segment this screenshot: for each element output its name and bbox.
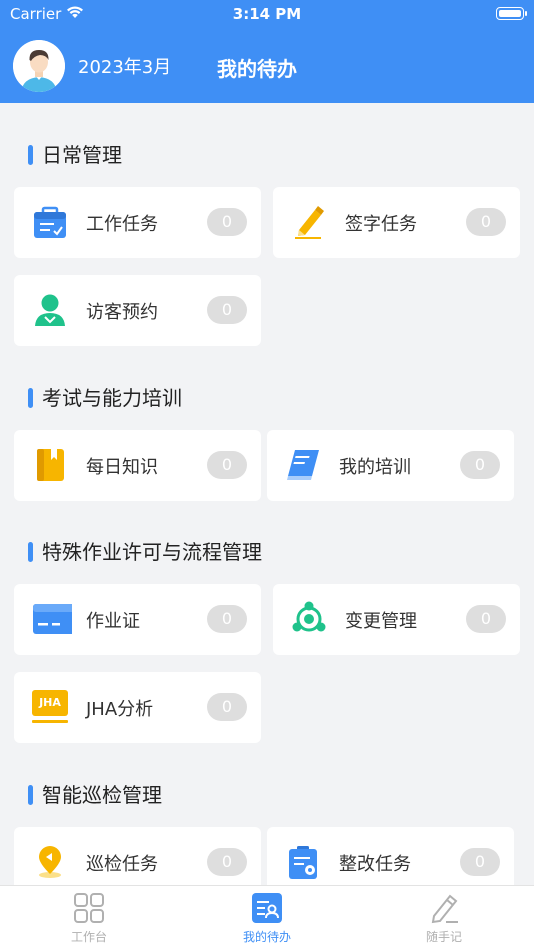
section-title-inspection: 智能巡检管理: [28, 783, 162, 807]
briefcase-icon: [34, 206, 66, 238]
count-badge: 0: [207, 296, 247, 324]
card-daily-knowledge[interactable]: 每日知识 0: [14, 430, 261, 501]
count-badge: 0: [207, 605, 247, 633]
app-header: Carrier 3:14 PM 2023年3月 我的待办: [0, 0, 534, 103]
card-label: 签字任务: [345, 214, 417, 235]
section-title-daily: 日常管理: [28, 143, 122, 167]
rectify-icon: [289, 846, 317, 879]
pen-icon: [295, 206, 324, 239]
count-badge: 0: [207, 451, 247, 479]
page-title: 我的待办: [217, 57, 297, 81]
status-time: 3:14 PM: [232, 5, 302, 23]
count-badge: 0: [460, 848, 500, 876]
card-label: 访客预约: [86, 302, 158, 323]
tab-quick-note[interactable]: 随手记: [394, 886, 494, 950]
card-icon: [33, 604, 72, 634]
notebook-icon: [37, 449, 64, 481]
status-bar: Carrier 3:14 PM: [0, 0, 534, 28]
card-sign-task[interactable]: 签字任务 0: [273, 187, 520, 258]
tab-my-todo[interactable]: 我的待办: [217, 886, 317, 950]
tab-bar: 工作台 我的待办 随手记: [0, 885, 534, 950]
jha-icon: JHA: [32, 690, 68, 724]
count-badge: 0: [466, 208, 506, 236]
card-label: 每日知识: [86, 457, 158, 478]
book-icon: [287, 450, 319, 480]
card-label: 巡检任务: [86, 854, 158, 875]
count-badge: 0: [207, 208, 247, 236]
grid-icon: [74, 893, 104, 923]
card-jha[interactable]: JHA JHA分析 0: [14, 672, 261, 743]
count-badge: 0: [207, 693, 247, 721]
card-visitor[interactable]: 访客预约 0: [14, 275, 261, 346]
tab-label: 工作台: [70, 930, 107, 944]
card-work-permit[interactable]: 作业证 0: [14, 584, 261, 655]
section-title-permit: 特殊作业许可与流程管理: [28, 540, 262, 564]
tab-label: 我的待办: [242, 930, 291, 944]
count-badge: 0: [460, 451, 500, 479]
card-label: 工作任务: [86, 214, 158, 235]
count-badge: 0: [207, 848, 247, 876]
card-label: JHA分析: [86, 699, 154, 720]
card-change-mgmt[interactable]: 变更管理 0: [273, 584, 520, 655]
user-avatar-icon: [13, 40, 65, 92]
visitor-icon: [35, 294, 65, 326]
location-icon: [39, 846, 61, 878]
change-icon: [292, 601, 326, 632]
count-badge: 0: [466, 605, 506, 633]
avatar[interactable]: [13, 40, 65, 92]
card-label: 整改任务: [339, 854, 411, 875]
note-pen-icon: [431, 894, 458, 924]
section-title-training: 考试与能力培训: [28, 386, 182, 410]
card-label: 变更管理: [345, 611, 417, 632]
card-label: 我的培训: [339, 457, 411, 478]
card-my-training[interactable]: 我的培训 0: [267, 430, 514, 501]
tab-workbench[interactable]: 工作台: [39, 886, 139, 950]
battery-icon: [496, 7, 527, 20]
card-work-task[interactable]: 工作任务 0: [14, 187, 261, 258]
card-label: 作业证: [86, 611, 140, 632]
tab-label: 随手记: [425, 930, 462, 944]
month-selector[interactable]: 2023年3月: [78, 53, 171, 79]
todo-icon: [252, 893, 282, 923]
